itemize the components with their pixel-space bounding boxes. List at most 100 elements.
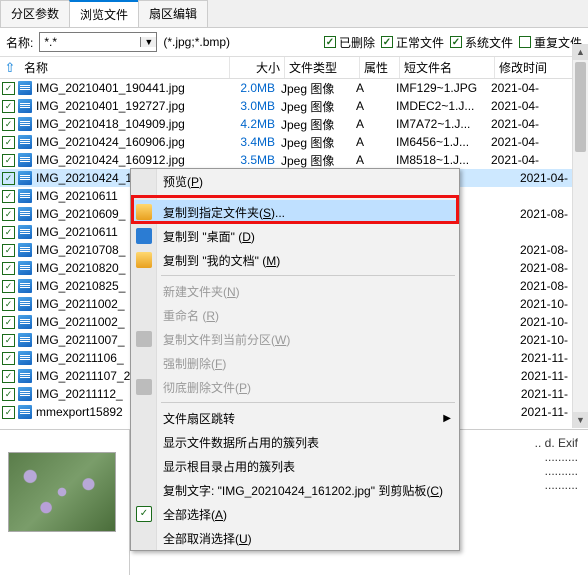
chevron-down-icon[interactable]: ▼ xyxy=(140,37,156,47)
row-checkbox[interactable]: ✓ xyxy=(2,298,15,311)
name-label: 名称: xyxy=(6,34,33,51)
row-checkbox[interactable]: ✓ xyxy=(2,154,15,167)
row-checkbox[interactable]: ✓ xyxy=(2,118,15,131)
table-row[interactable]: ✓IMG_20210418_104909.jpg4.2MBJpeg 图像AIM7… xyxy=(0,115,588,133)
desktop-icon xyxy=(136,228,152,244)
check-icon: ✓ xyxy=(136,506,152,522)
file-size: 3.4MB xyxy=(226,135,281,149)
scroll-down-icon[interactable]: ▼ xyxy=(573,412,588,428)
image-file-icon xyxy=(18,207,32,221)
file-attr: A xyxy=(356,153,396,167)
file-shortname: IMDEC2~1.J... xyxy=(396,99,491,113)
ctx-show-clusters[interactable]: 显示文件数据所占用的簇列表 xyxy=(131,430,459,454)
row-checkbox[interactable]: ✓ xyxy=(2,100,15,113)
file-size: 4.2MB xyxy=(226,117,281,131)
image-file-icon xyxy=(18,225,32,239)
preview-pane xyxy=(0,430,130,575)
ctx-copy-text[interactable]: 复制文字: "IMG_20210424_161202.jpg" 到剪贴板(C) xyxy=(131,478,459,502)
file-type: Jpeg 图像 xyxy=(281,134,356,151)
ctx-new-folder: 新建文件夹(N) xyxy=(131,279,459,303)
file-size: 3.5MB xyxy=(226,153,281,167)
file-type: Jpeg 图像 xyxy=(281,80,356,97)
ctx-copy-to-folder[interactable]: 复制到指定文件夹(S)... xyxy=(131,200,459,224)
image-file-icon xyxy=(18,171,32,185)
row-checkbox[interactable]: ✓ xyxy=(2,172,15,185)
chk-normal[interactable]: ✓正常文件 xyxy=(381,34,444,51)
image-file-icon xyxy=(18,279,32,293)
row-checkbox[interactable]: ✓ xyxy=(2,316,15,329)
file-size: 2.0MB xyxy=(226,81,281,95)
ctx-preview[interactable]: 预览(P) xyxy=(131,169,459,193)
name-filter-combo[interactable]: ▼ xyxy=(39,32,157,52)
col-name[interactable]: 名称 xyxy=(20,57,230,78)
row-checkbox[interactable]: ✓ xyxy=(2,136,15,149)
file-name: IMG_20210401_190441.jpg xyxy=(36,81,226,95)
chevron-right-icon: ▶ xyxy=(443,413,451,424)
file-size: 3.0MB xyxy=(226,99,281,113)
file-type: Jpeg 图像 xyxy=(281,98,356,115)
image-file-icon xyxy=(18,99,32,113)
scrollbar-thumb[interactable] xyxy=(575,62,586,152)
image-file-icon xyxy=(18,261,32,275)
file-shortname: IM6456~1.J... xyxy=(396,135,491,149)
ctx-force-delete: 强制删除(F) xyxy=(131,351,459,375)
table-row[interactable]: ✓ IMG_20210424_160906.jpg3.4MBJpeg 图像AIM6… xyxy=(0,133,588,151)
name-filter-input[interactable] xyxy=(40,35,140,49)
ctx-copy-desktop[interactable]: 复制到 "桌面" (D) xyxy=(131,224,459,248)
row-checkbox[interactable]: ✓ xyxy=(2,208,15,221)
file-attr: A xyxy=(356,81,396,95)
file-name: IMG_20210424_160912.jpg xyxy=(36,153,226,167)
image-file-icon xyxy=(18,81,32,95)
image-file-icon xyxy=(18,297,32,311)
row-checkbox[interactable]: ✓ xyxy=(2,82,15,95)
tab-browse-files[interactable]: 浏览文件 xyxy=(69,0,139,27)
row-checkbox[interactable]: ✓ xyxy=(2,370,15,383)
ctx-select-all[interactable]: ✓全部选择(A) xyxy=(131,502,459,526)
ctx-show-root-clusters[interactable]: 显示根目录占用的簇列表 xyxy=(131,454,459,478)
image-file-icon xyxy=(18,243,32,257)
trash-icon xyxy=(136,379,152,395)
col-type[interactable]: 文件类型 xyxy=(285,57,360,78)
row-checkbox[interactable]: ✓ xyxy=(2,280,15,293)
row-checkbox[interactable]: ✓ xyxy=(2,244,15,257)
chk-deleted[interactable]: ✓已删除 xyxy=(324,34,375,51)
table-row[interactable]: ✓IMG_20210401_192727.jpg3.0MBJpeg 图像AIMD… xyxy=(0,97,588,115)
ctx-deselect-all[interactable]: 全部取消选择(U) xyxy=(131,526,459,550)
tab-sector-edit[interactable]: 扇区编辑 xyxy=(138,0,208,27)
image-file-icon xyxy=(18,387,32,401)
toolbar: 名称: ▼ (*.jpg;*.bmp) ✓已删除 ✓正常文件 ✓系统文件 重复文… xyxy=(0,28,588,57)
tab-partition-params[interactable]: 分区参数 xyxy=(0,0,70,27)
chk-system[interactable]: ✓系统文件 xyxy=(450,34,513,51)
row-checkbox[interactable]: ✓ xyxy=(2,262,15,275)
table-row[interactable]: ✓IMG_20210401_190441.jpg2.0MBJpeg 图像AIMF… xyxy=(0,79,588,97)
row-checkbox[interactable]: ✓ xyxy=(2,406,15,419)
file-attr: A xyxy=(356,135,396,149)
ctx-copy-to-partition: 复制文件到当前分区(W) xyxy=(131,327,459,351)
ctx-sector-jump[interactable]: 文件扇区跳转▶ xyxy=(131,406,459,430)
file-name: IMG_20210424_160906.jpg xyxy=(36,135,226,149)
image-file-icon xyxy=(18,405,32,419)
table-row[interactable]: ✓IMG_20210424_160912.jpg3.5MBJpeg 图像AIM8… xyxy=(0,151,588,169)
ctx-perm-delete: 彻底删除文件(P) xyxy=(131,375,459,399)
folder-arrow-icon xyxy=(136,204,152,220)
col-size[interactable]: 大小 xyxy=(230,57,285,78)
image-file-icon xyxy=(18,369,32,383)
vertical-scrollbar[interactable]: ▲ ▼ xyxy=(572,44,588,428)
row-checkbox[interactable]: ✓ xyxy=(2,334,15,347)
col-attr[interactable]: 属性 xyxy=(360,57,400,78)
row-checkbox[interactable]: ✓ xyxy=(2,388,15,401)
row-checkbox[interactable]: ✓ xyxy=(2,226,15,239)
copy-icon xyxy=(136,331,152,347)
scroll-up-icon[interactable]: ▲ xyxy=(573,44,588,60)
image-file-icon xyxy=(18,315,32,329)
image-file-icon xyxy=(18,153,32,167)
image-file-icon xyxy=(18,117,32,131)
ctx-copy-docs[interactable]: 复制到 "我的文档" (M) xyxy=(131,248,459,272)
image-file-icon xyxy=(18,351,32,365)
file-type: Jpeg 图像 xyxy=(281,152,356,169)
row-checkbox[interactable]: ✓ xyxy=(2,190,15,203)
file-attr: A xyxy=(356,99,396,113)
row-checkbox[interactable]: ✓ xyxy=(2,352,15,365)
up-folder-icon[interactable]: ⇧ xyxy=(0,60,20,76)
col-short[interactable]: 短文件名 xyxy=(400,57,495,78)
